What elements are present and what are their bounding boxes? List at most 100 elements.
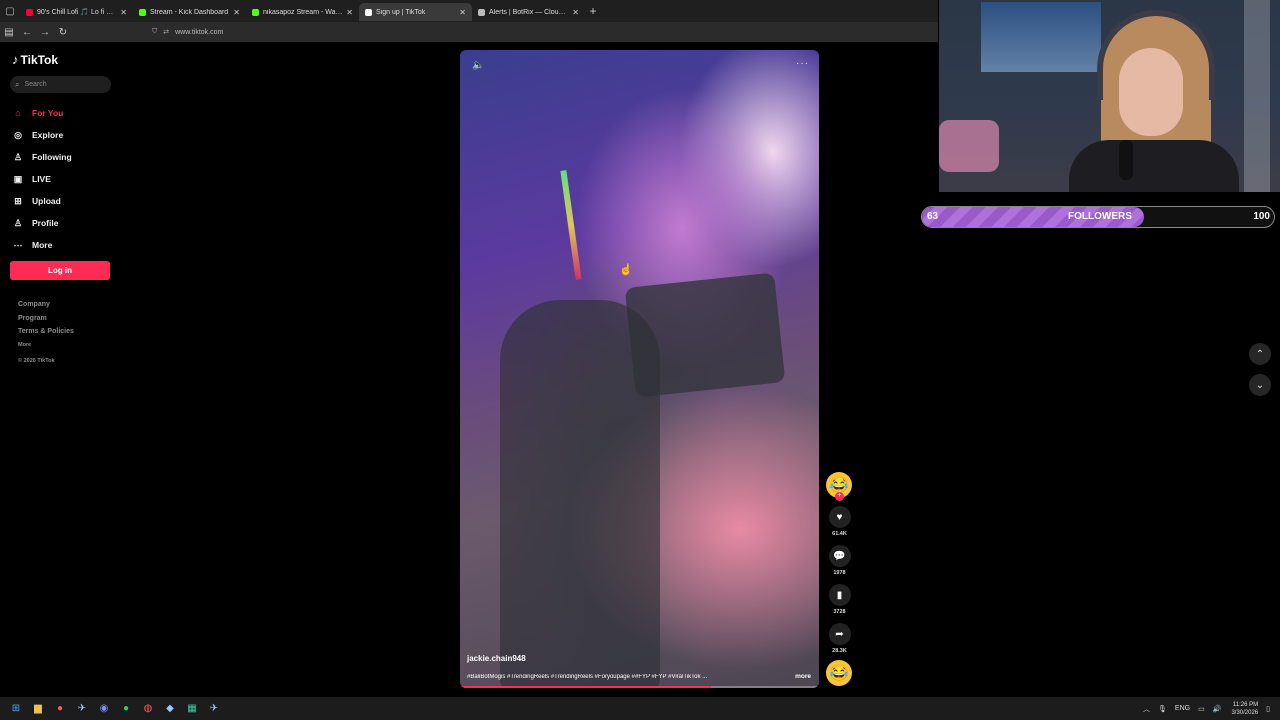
caption-more-button[interactable]: more bbox=[795, 673, 811, 680]
video-player[interactable]: 🔈 ··· jackie.chain948 #BaliBotMogis #Tre… bbox=[460, 50, 819, 688]
sidebar-item-label: Profile bbox=[32, 218, 59, 228]
url-field[interactable]: ⛉ ⇄ www.tiktok.com bbox=[152, 28, 223, 36]
sidebar-item-label: Following bbox=[32, 152, 72, 162]
browser-tab-tiktok[interactable]: Sign up | TikTok ✕ bbox=[359, 3, 472, 21]
kick-app-icon[interactable]: ▦ bbox=[181, 697, 203, 720]
more-dots-icon: ⋯ bbox=[13, 239, 23, 250]
followers-goal-bar: 63 FOLLOWERS 100 bbox=[921, 206, 1275, 228]
windows-start-icon[interactable]: ⊞ bbox=[5, 697, 27, 720]
microphone-icon bbox=[1119, 140, 1133, 180]
sidebar-item-upload[interactable]: ⊞ Upload bbox=[12, 190, 72, 212]
close-tab-icon[interactable]: ✕ bbox=[120, 8, 127, 17]
microphone-tray-icon[interactable]: 🎙 bbox=[1158, 705, 1167, 713]
forward-icon[interactable]: → bbox=[36, 27, 54, 38]
volume-tray-icon[interactable]: 🔊 bbox=[1213, 705, 1222, 713]
sidebar-toggle-icon[interactable]: ▤ bbox=[0, 27, 18, 38]
browser-tab-lofi[interactable]: 90's Chill Lofi 🎵 Lo fi Beats ✕ bbox=[20, 3, 133, 21]
back-icon[interactable]: ← bbox=[18, 27, 36, 38]
share-count: 28.3K bbox=[832, 648, 847, 654]
video-progress-bar[interactable] bbox=[460, 686, 819, 688]
live-icon: ▣ bbox=[13, 173, 23, 184]
comment-icon[interactable]: 💬 bbox=[828, 545, 851, 567]
file-explorer-icon[interactable]: ▆ bbox=[27, 697, 49, 720]
sidebar-item-following[interactable]: ♙ Following bbox=[12, 146, 72, 168]
kick-favicon-icon bbox=[252, 8, 259, 16]
tab-actions-icon[interactable]: ▢ bbox=[0, 0, 20, 22]
followers-target: 100 bbox=[1253, 211, 1270, 222]
clock-date: 3/30/2026 bbox=[1231, 709, 1259, 716]
video-actions: 😂 + ♥ 61.4K 💬 1978 ▮ 3728 ➦ 28.3K 😂 bbox=[826, 472, 853, 686]
footer-link-terms[interactable]: Terms & Policies bbox=[18, 328, 74, 342]
webcam-overlay bbox=[939, 0, 1280, 192]
close-tab-icon[interactable]: ✕ bbox=[346, 8, 353, 17]
reload-icon[interactable]: ↻ bbox=[54, 27, 72, 38]
search-placeholder: Search bbox=[24, 81, 47, 88]
tiktok-favicon-icon bbox=[365, 8, 372, 16]
sidebar-item-label: More bbox=[32, 240, 53, 250]
discord-icon[interactable]: ◉ bbox=[93, 697, 115, 720]
webcam-streamer-body bbox=[1069, 140, 1239, 192]
sidebar-item-profile[interactable]: ♙ Profile bbox=[12, 212, 72, 234]
sidebar-item-explore[interactable]: ◎ Explore bbox=[12, 124, 72, 146]
sidebar-item-for-you[interactable]: ⌂ For You bbox=[12, 102, 72, 124]
language-indicator[interactable]: ENG bbox=[1175, 705, 1190, 712]
upload-icon: ⊞ bbox=[14, 195, 22, 206]
url-text: www.tiktok.com bbox=[175, 28, 224, 36]
heart-icon[interactable]: ♥ bbox=[828, 506, 851, 528]
login-button[interactable]: Log in bbox=[10, 261, 110, 280]
chevron-up-icon[interactable]: ⌃ bbox=[1249, 343, 1271, 365]
footer-link-more[interactable]: More bbox=[18, 342, 74, 352]
app-icon[interactable]: ✈ bbox=[71, 697, 93, 720]
tiktok-note-icon: ♪ bbox=[12, 52, 19, 67]
site-settings-icon[interactable]: ⇄ bbox=[163, 28, 169, 36]
bookmark-icon[interactable]: ▮ bbox=[828, 584, 851, 606]
music-disc-icon[interactable]: 😂 bbox=[826, 660, 852, 686]
notifications-icon[interactable]: ▯ bbox=[1266, 705, 1270, 713]
address-bar-row: ▤ ← → ↻ ⛉ ⇄ www.tiktok.com bbox=[0, 22, 938, 42]
creator-avatar[interactable]: 😂 + bbox=[826, 472, 852, 501]
kick-favicon-icon bbox=[139, 8, 146, 16]
sidebar-item-live[interactable]: ▣ LIVE bbox=[12, 168, 72, 190]
sidebar-item-label: Explore bbox=[32, 130, 64, 140]
windows-taskbar: ⊞ ▆ ● ✈ ◉ ● ◍ ◆ ▦ ✈ ︿ 🎙 ENG ▭ 🔊 11:26 PM… bbox=[0, 697, 1280, 720]
browser-icon[interactable]: ● bbox=[49, 697, 71, 720]
search-icon: ⌕ bbox=[15, 79, 20, 89]
steam-icon[interactable]: ✈ bbox=[203, 697, 225, 720]
video-options-icon[interactable]: ··· bbox=[796, 58, 809, 69]
footer-link-program[interactable]: Program bbox=[18, 315, 74, 329]
tab-title: nikasapoz Stream - Watch Live bbox=[263, 8, 344, 16]
user-follow-icon: ♙ bbox=[13, 151, 23, 162]
botrix-favicon-icon bbox=[478, 8, 485, 16]
share-icon[interactable]: ➦ bbox=[828, 623, 851, 645]
clock[interactable]: 11:26 PM 3/30/2026 bbox=[1231, 701, 1258, 717]
sidebar-item-more[interactable]: ⋯ More bbox=[12, 234, 72, 256]
follow-plus-icon[interactable]: + bbox=[835, 492, 844, 501]
browser-tab-botrix[interactable]: Alerts | BotRix — Cloud Stream ✕ bbox=[472, 3, 585, 21]
volume-icon[interactable]: 🔈 bbox=[472, 60, 484, 71]
browser-tab-kick-stream[interactable]: nikasapoz Stream - Watch Live ✕ bbox=[246, 3, 359, 21]
shield-icon[interactable]: ⛉ bbox=[152, 28, 157, 36]
close-tab-icon[interactable]: ✕ bbox=[459, 8, 466, 17]
video-author[interactable]: jackie.chain948 bbox=[467, 654, 526, 663]
search-input[interactable]: ⌕ Search bbox=[10, 76, 111, 93]
sidebar-footer: Company Program Terms & Policies More © … bbox=[18, 301, 74, 371]
tool-icon[interactable]: ◆ bbox=[159, 697, 181, 720]
browser-tab-kick-dashboard[interactable]: Stream - Kick Dashboard ✕ bbox=[133, 3, 246, 21]
new-tab-button[interactable]: + bbox=[585, 4, 601, 18]
youtube-favicon-icon bbox=[26, 8, 33, 16]
chevron-down-icon[interactable]: ⌄ bbox=[1249, 374, 1271, 396]
browser-tab-bar: ▢ 90's Chill Lofi 🎵 Lo fi Beats ✕ Stream… bbox=[0, 0, 938, 22]
video-progress-fill bbox=[460, 686, 712, 688]
like-count: 61.4K bbox=[832, 531, 847, 537]
tiktok-logo[interactable]: ♪ TikTok bbox=[12, 52, 58, 67]
tray-overflow-icon[interactable]: ︿ bbox=[1143, 704, 1150, 714]
network-icon[interactable]: ▭ bbox=[1198, 705, 1205, 713]
clock-time: 11:26 PM bbox=[1232, 701, 1259, 708]
footer-link-company[interactable]: Company bbox=[18, 301, 74, 315]
spotify-icon[interactable]: ● bbox=[115, 697, 137, 720]
obs-icon[interactable]: ◍ bbox=[137, 697, 159, 720]
close-tab-icon[interactable]: ✕ bbox=[233, 8, 240, 17]
save-count: 3728 bbox=[833, 609, 846, 615]
sidebar-nav: ⌂ For You ◎ Explore ♙ Following ▣ LIVE ⊞… bbox=[12, 102, 72, 256]
close-tab-icon[interactable]: ✕ bbox=[572, 8, 579, 17]
